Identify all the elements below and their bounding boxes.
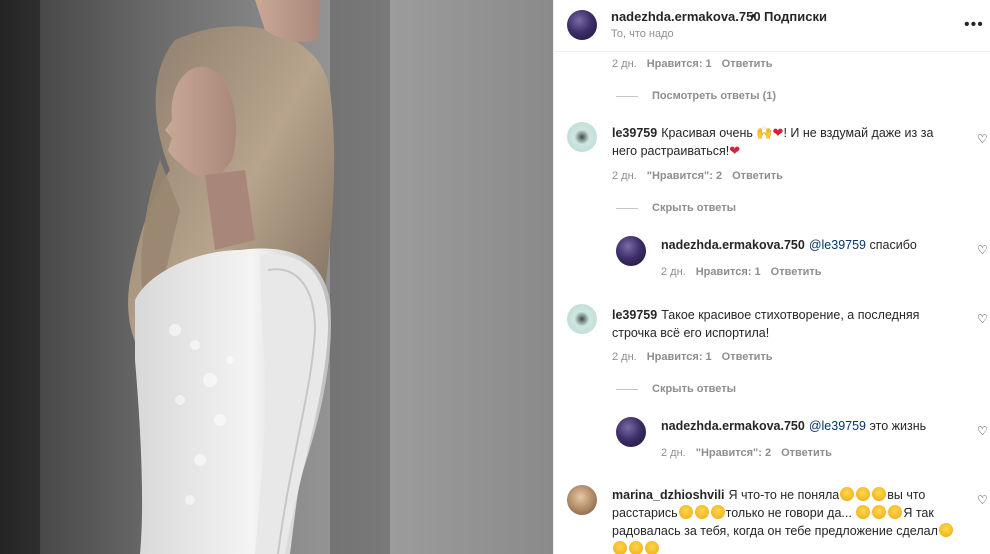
- author-username[interactable]: nadezhda.ermakova.750: [611, 9, 761, 24]
- comment-username[interactable]: nadezhda.ermakova.750: [661, 419, 805, 433]
- comment-username[interactable]: le39759: [612, 308, 657, 322]
- sad-face-emoji-icon: [613, 541, 627, 554]
- confused-face-emoji-icon: [856, 487, 871, 501]
- comment-meta: 2 дн. "Нравится": 2 Ответить: [612, 170, 793, 182]
- like-heart-icon[interactable]: ♡: [977, 244, 989, 256]
- post-header: nadezhda.ermakova.750 • Подписки То, что…: [554, 0, 990, 52]
- sad-face-emoji-icon: [645, 541, 659, 554]
- sad-face-emoji-icon: [872, 505, 887, 519]
- sad-face-emoji-icon: [938, 523, 953, 537]
- reply-button[interactable]: Ответить: [732, 170, 783, 182]
- mention-link[interactable]: @le39759: [809, 238, 866, 252]
- comment-meta: 2 дн. Нравится: 1 Ответить: [612, 58, 783, 70]
- post-caption: То, что надо: [611, 28, 674, 40]
- comment-avatar[interactable]: [567, 304, 597, 334]
- comment-text: le39759 Красивая очень 🙌❤! И не вздумай д…: [612, 124, 952, 160]
- like-heart-icon[interactable]: ♡: [977, 133, 989, 145]
- comment-body: спасибо: [869, 238, 917, 252]
- confused-face-emoji-icon: [678, 505, 693, 519]
- replies-divider: [616, 389, 638, 390]
- comment-body: Такое красивое стихотворение, а последня…: [612, 308, 920, 340]
- comment-time: 2 дн.: [612, 58, 637, 70]
- reply-text: nadezhda.ermakova.750 @le39759 спасибо: [661, 236, 961, 254]
- comments-panel: nadezhda.ermakova.750 • Подписки То, что…: [553, 0, 990, 554]
- replies-divider: [616, 96, 638, 97]
- like-heart-icon[interactable]: ♡: [977, 313, 989, 325]
- comment-avatar[interactable]: [567, 485, 597, 515]
- like-heart-icon[interactable]: ♡: [977, 494, 989, 506]
- mention-link[interactable]: @le39759: [809, 419, 866, 433]
- comment-body-part: Я что-то не поняла: [728, 488, 840, 502]
- red-heart-emoji-icon: ❤: [729, 143, 741, 158]
- comment-text: le39759 Такое красивое стихотворение, а п…: [612, 306, 962, 342]
- reply-avatar[interactable]: [616, 236, 646, 266]
- comment-likes[interactable]: Нравится: 1: [647, 58, 712, 70]
- comment-meta: 2 дн. Нравится: 1 Ответить: [661, 266, 832, 278]
- confused-face-emoji-icon: [694, 505, 709, 519]
- comment-time: 2 дн.: [612, 351, 637, 363]
- sad-face-emoji-icon: [629, 541, 643, 554]
- comment-body-part: только не говори да...: [725, 506, 852, 520]
- raising-hands-emoji-icon: 🙌: [756, 125, 773, 140]
- reply-button[interactable]: Ответить: [781, 447, 832, 459]
- comment-time: 2 дн.: [661, 266, 686, 278]
- reply-button[interactable]: Ответить: [722, 58, 773, 70]
- comment-text: marina_dzhioshvili Я что-то не поняла вы ч…: [612, 486, 957, 554]
- comment-likes[interactable]: Нравится: 1: [647, 351, 712, 363]
- comment-likes[interactable]: "Нравится": 2: [647, 170, 722, 182]
- more-horizontal-icon[interactable]: •••: [964, 16, 984, 34]
- comment-meta: 2 дн. "Нравится": 2 Ответить: [661, 447, 842, 459]
- comment-likes[interactable]: Нравится: 1: [696, 266, 761, 278]
- post-photo: [0, 0, 553, 554]
- reply-button[interactable]: Ответить: [771, 266, 822, 278]
- comment-time: 2 дн.: [661, 447, 686, 459]
- comment-meta: 2 дн. Нравится: 1 Ответить: [612, 351, 783, 363]
- view-replies-button[interactable]: Посмотреть ответы (1): [652, 90, 776, 102]
- comment-body: это жизнь: [869, 419, 927, 433]
- comment-avatar[interactable]: [567, 122, 597, 152]
- confused-face-emoji-icon: [840, 487, 855, 501]
- separator-dot: •: [751, 8, 756, 23]
- comment-body-part: Красивая очень: [661, 126, 753, 140]
- comment-likes[interactable]: "Нравится": 2: [696, 447, 771, 459]
- hide-replies-button[interactable]: Скрыть ответы: [652, 383, 736, 395]
- following-button[interactable]: Подписки: [764, 9, 827, 24]
- reply-button[interactable]: Ответить: [722, 351, 773, 363]
- comment-username[interactable]: marina_dzhioshvili: [612, 488, 725, 502]
- sad-face-emoji-icon: [856, 505, 871, 519]
- reply-avatar[interactable]: [616, 417, 646, 447]
- confused-face-emoji-icon: [872, 487, 887, 501]
- comment-username[interactable]: nadezhda.ermakova.750: [661, 238, 805, 252]
- sad-face-emoji-icon: [888, 505, 903, 519]
- author-avatar[interactable]: [567, 10, 597, 40]
- comment-time: 2 дн.: [612, 170, 637, 182]
- like-heart-icon[interactable]: ♡: [977, 425, 989, 437]
- photo-illustration: [0, 0, 390, 554]
- red-heart-emoji-icon: ❤: [772, 125, 784, 140]
- confused-face-emoji-icon: [710, 505, 725, 519]
- hide-replies-button[interactable]: Скрыть ответы: [652, 202, 736, 214]
- reply-text: nadezhda.ermakova.750 @le39759 это жизнь: [661, 417, 961, 435]
- comment-username[interactable]: le39759: [612, 126, 657, 140]
- replies-divider: [616, 208, 638, 209]
